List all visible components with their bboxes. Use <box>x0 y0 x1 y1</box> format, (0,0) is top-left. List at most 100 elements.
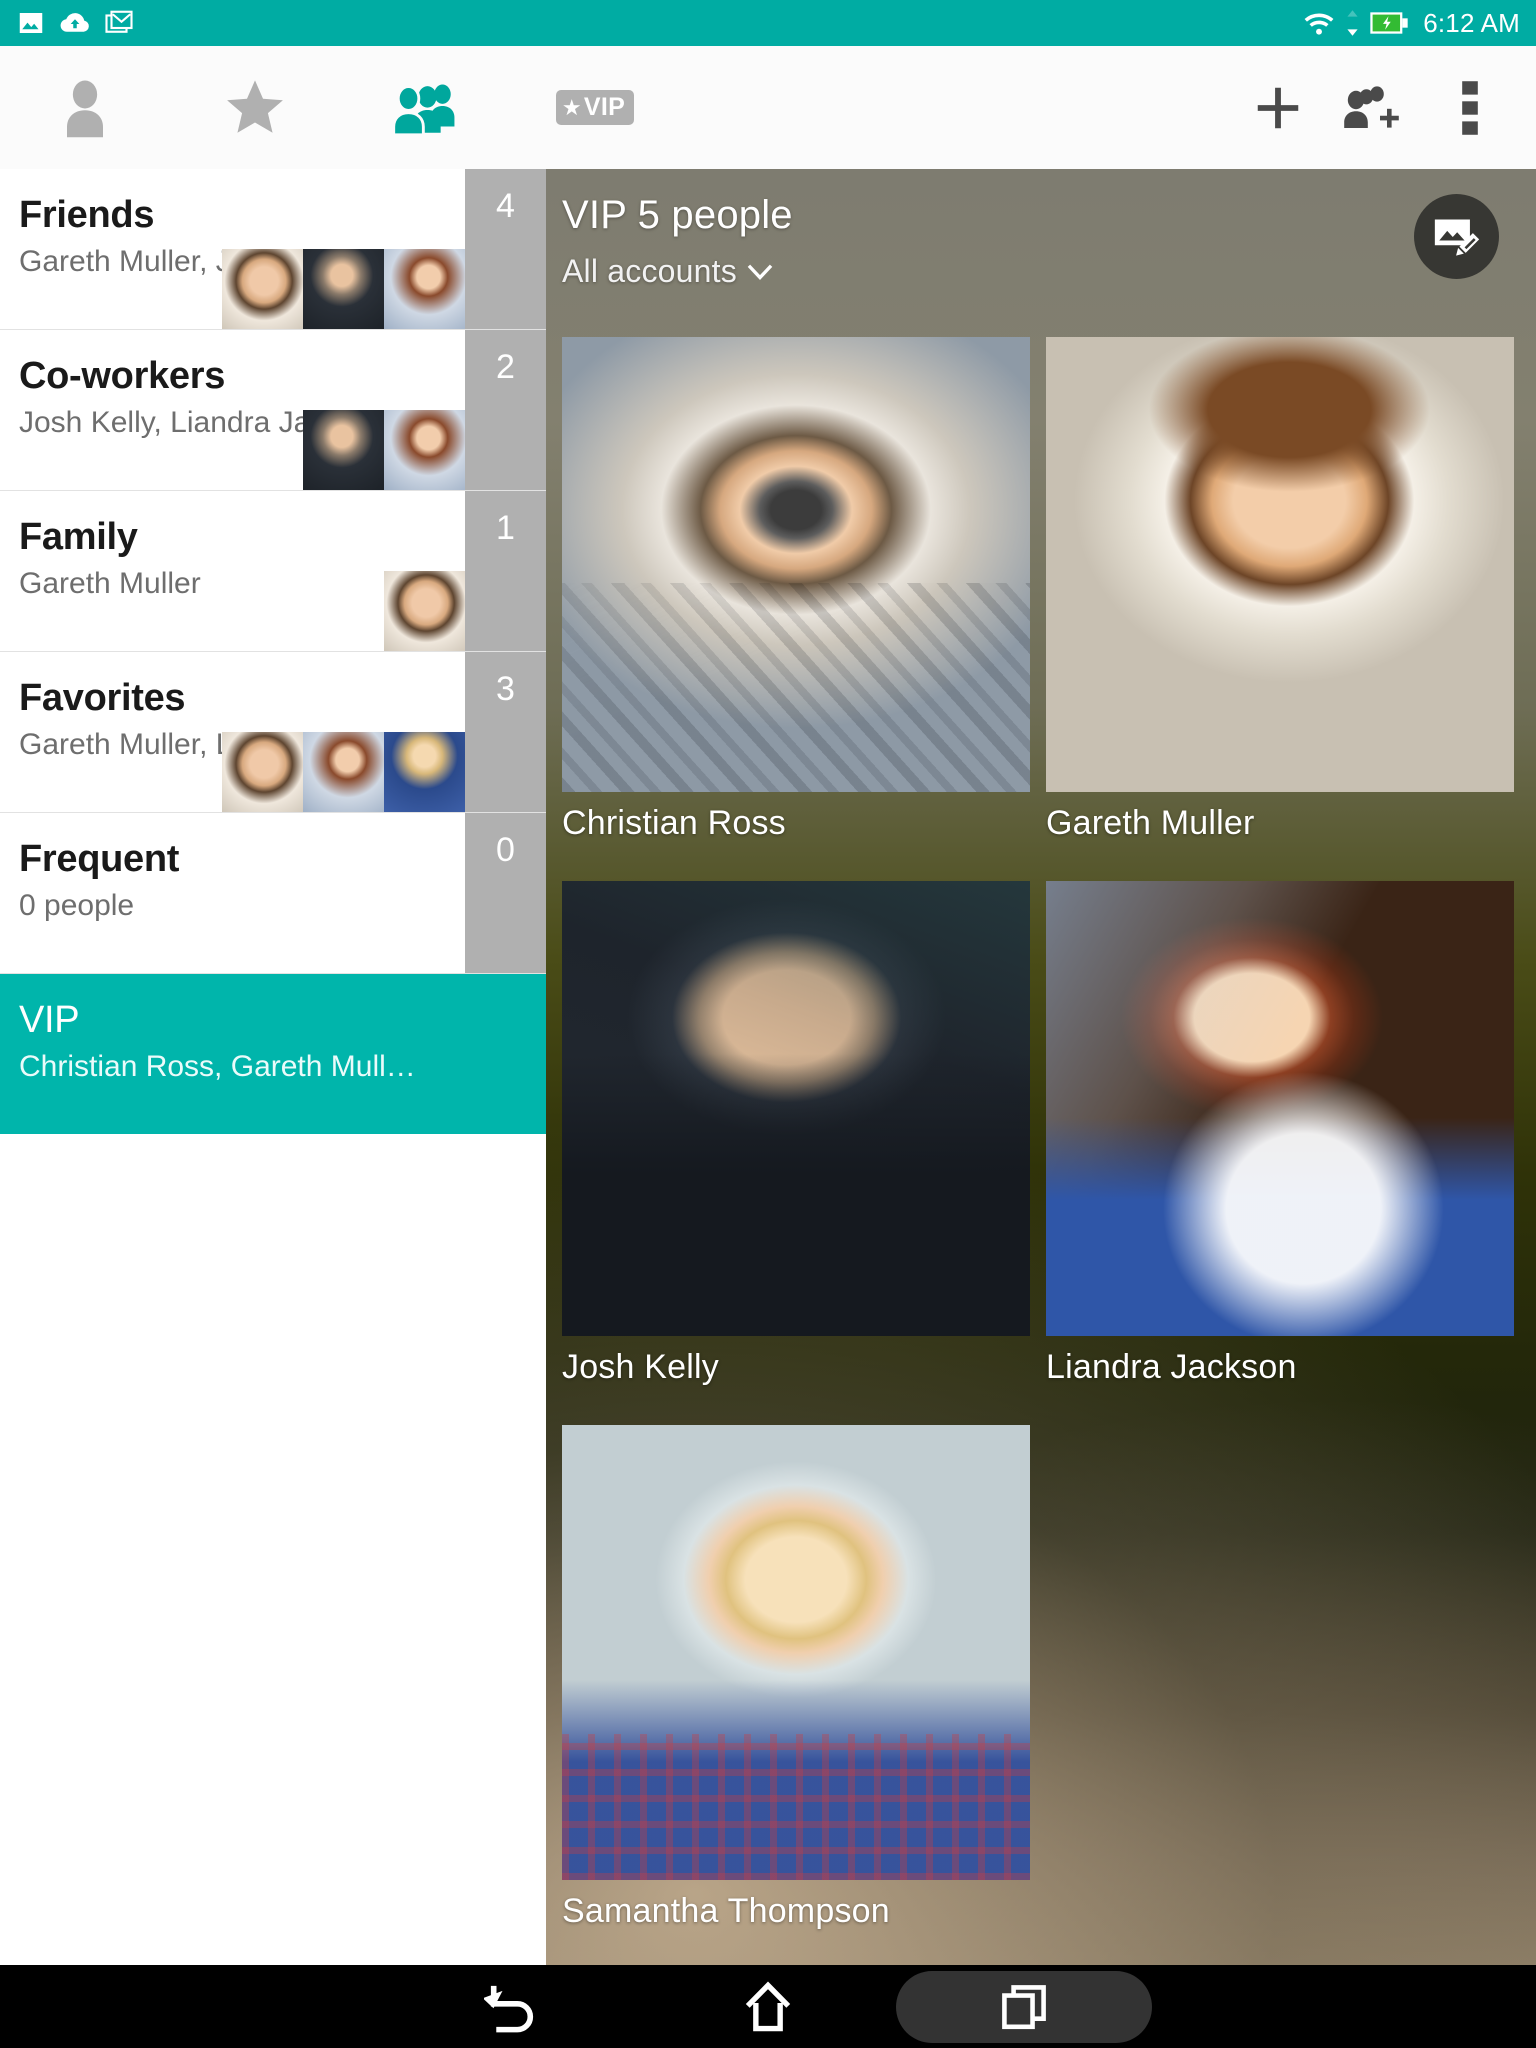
app-bar: ★ VIP <box>0 46 1536 169</box>
sidebar-item-title: Frequent <box>19 838 180 880</box>
add-contact-button[interactable] <box>1230 46 1326 169</box>
sidebar-item-vip[interactable]: VIP Christian Ross, Gareth Mull… <box>0 974 546 1134</box>
sidebar-item-co-workers[interactable]: Co-workers Josh Kelly, Liandra Ja… 2 <box>0 330 546 491</box>
vip-badge-icon: ★ VIP <box>555 90 635 125</box>
account-filter-label: All accounts <box>562 253 737 289</box>
sidebar-item-thumbnails <box>384 571 465 651</box>
sidebar-item-subtitle: Gareth Muller <box>19 567 201 601</box>
contact-name: Liandra Jackson <box>1046 1348 1297 1386</box>
contact-photo <box>562 337 1030 792</box>
avatar <box>303 249 384 329</box>
sidebar-item-text: Frequent 0 people <box>19 838 180 923</box>
image-edit-icon <box>1434 218 1479 256</box>
data-transfer-icon <box>1347 10 1358 36</box>
add-people-icon <box>1344 85 1399 128</box>
back-arrow-icon <box>484 1985 534 2032</box>
battery-charging-icon <box>1370 12 1408 34</box>
sidebar-item-text: Family Gareth Muller <box>19 516 201 601</box>
avatar <box>303 732 384 812</box>
contact-photo <box>562 1425 1030 1880</box>
contact-photo <box>562 881 1030 1336</box>
sidebar-item-count: 2 <box>465 330 546 490</box>
home-icon <box>745 1981 791 2031</box>
sidebar-item-subtitle: Josh Kelly, Liandra Ja… <box>19 406 341 440</box>
people-group-icon <box>392 84 455 136</box>
sidebar-item-text: VIP Christian Ross, Gareth Mull… <box>19 999 416 1084</box>
sidebar-item-title: Family <box>19 516 138 558</box>
plus-icon <box>1257 87 1299 128</box>
sidebar-item-title: VIP <box>19 999 80 1041</box>
vip-contact-grid: Christian Ross Gareth Muller Josh Kelly <box>546 337 1536 1965</box>
sidebar-item-thumbnails <box>303 410 465 490</box>
screen: 6:12 AM ★ VIP Friends Gareth Muller, J… … <box>0 0 1536 2048</box>
avatar <box>303 410 384 490</box>
account-filter-dropdown[interactable]: All accounts <box>562 253 774 290</box>
sidebar-item-text: Co-workers Josh Kelly, Liandra Ja… <box>19 355 341 440</box>
avatar <box>384 249 465 329</box>
sidebar-item-count: 0 <box>465 813 546 973</box>
gmail-icon <box>105 10 133 33</box>
status-bar-notifications <box>16 8 134 38</box>
photo-icon <box>19 13 43 33</box>
contact-card[interactable]: Samantha Thompson <box>562 1425 1030 1931</box>
nav-recents-button[interactable] <box>896 1970 1152 2043</box>
group-sidebar: Friends Gareth Muller, J… 4 Co-workers J… <box>0 169 546 1965</box>
app-bar-actions <box>1230 46 1536 169</box>
status-bar-system: 6:12 AM <box>1302 8 1520 39</box>
contact-name: Josh Kelly <box>562 1348 719 1386</box>
vip-detail-panel: VIP 5 people All accounts Christian Ross… <box>546 169 1536 1965</box>
sidebar-item-subtitle: 0 people <box>19 889 135 923</box>
add-group-button[interactable] <box>1326 46 1422 169</box>
status-bar-time: 6:12 AM <box>1423 7 1520 38</box>
sidebar-item-frequent[interactable]: Frequent 0 people 0 <box>0 813 546 974</box>
vip-star-glyph: ★ <box>561 94 582 120</box>
recents-icon <box>1002 1984 1046 2029</box>
contact-card[interactable]: Gareth Muller <box>1046 337 1514 843</box>
sidebar-item-count: 1 <box>465 491 546 651</box>
chevron-down-icon <box>747 264 773 280</box>
overflow-menu-button[interactable] <box>1422 46 1518 169</box>
contact-card[interactable]: Christian Ross <box>562 337 1030 843</box>
edit-cover-photo-button[interactable] <box>1414 194 1499 279</box>
sidebar-item-family[interactable]: Family Gareth Muller 1 <box>0 491 546 652</box>
nav-back-button[interactable] <box>384 1971 640 2043</box>
sidebar-item-title: Co-workers <box>19 355 226 397</box>
avatar <box>384 410 465 490</box>
sidebar-item-title: Friends <box>19 194 155 236</box>
contact-photo <box>1046 337 1514 792</box>
tab-contacts[interactable] <box>0 46 170 169</box>
star-icon <box>227 79 283 133</box>
sidebar-item-subtitle: Christian Ross, Gareth Mull… <box>19 1050 416 1084</box>
sidebar-item-count: 4 <box>465 169 546 329</box>
contact-card[interactable]: Liandra Jackson <box>1046 881 1514 1387</box>
sidebar-item-title: Favorites <box>19 677 186 719</box>
avatar <box>384 732 465 812</box>
contact-card[interactable]: Josh Kelly <box>562 881 1030 1387</box>
tab-groups[interactable] <box>340 46 510 169</box>
system-navigation-bar <box>0 1965 1536 2048</box>
contact-name: Christian Ross <box>562 804 786 842</box>
person-icon <box>67 80 103 137</box>
contact-name: Gareth Muller <box>1046 804 1255 842</box>
sidebar-item-thumbnails <box>222 732 465 812</box>
sidebar-item-count: 3 <box>465 652 546 812</box>
nav-home-button[interactable] <box>640 1971 896 2043</box>
tab-vip[interactable]: ★ VIP <box>510 46 680 169</box>
panel-header: VIP 5 people All accounts <box>546 169 1536 337</box>
status-bar: 6:12 AM <box>0 0 1536 46</box>
contact-photo <box>1046 881 1514 1336</box>
avatar <box>222 732 303 812</box>
avatar <box>222 249 303 329</box>
tab-bar: ★ VIP <box>0 46 680 169</box>
sidebar-item-friends[interactable]: Friends Gareth Muller, J… 4 <box>0 169 546 330</box>
vip-badge-label: VIP <box>583 93 626 121</box>
contact-name: Samantha Thompson <box>562 1892 890 1930</box>
more-vertical-icon <box>1462 80 1478 135</box>
page-title: VIP 5 people <box>562 193 793 237</box>
sidebar-item-thumbnails <box>222 249 465 329</box>
sidebar-item-favorites[interactable]: Favorites Gareth Muller, Li… 3 <box>0 652 546 813</box>
wifi-icon <box>1304 13 1334 35</box>
tab-favorites[interactable] <box>170 46 340 169</box>
cloud-upload-icon <box>60 13 89 32</box>
avatar <box>384 571 465 651</box>
